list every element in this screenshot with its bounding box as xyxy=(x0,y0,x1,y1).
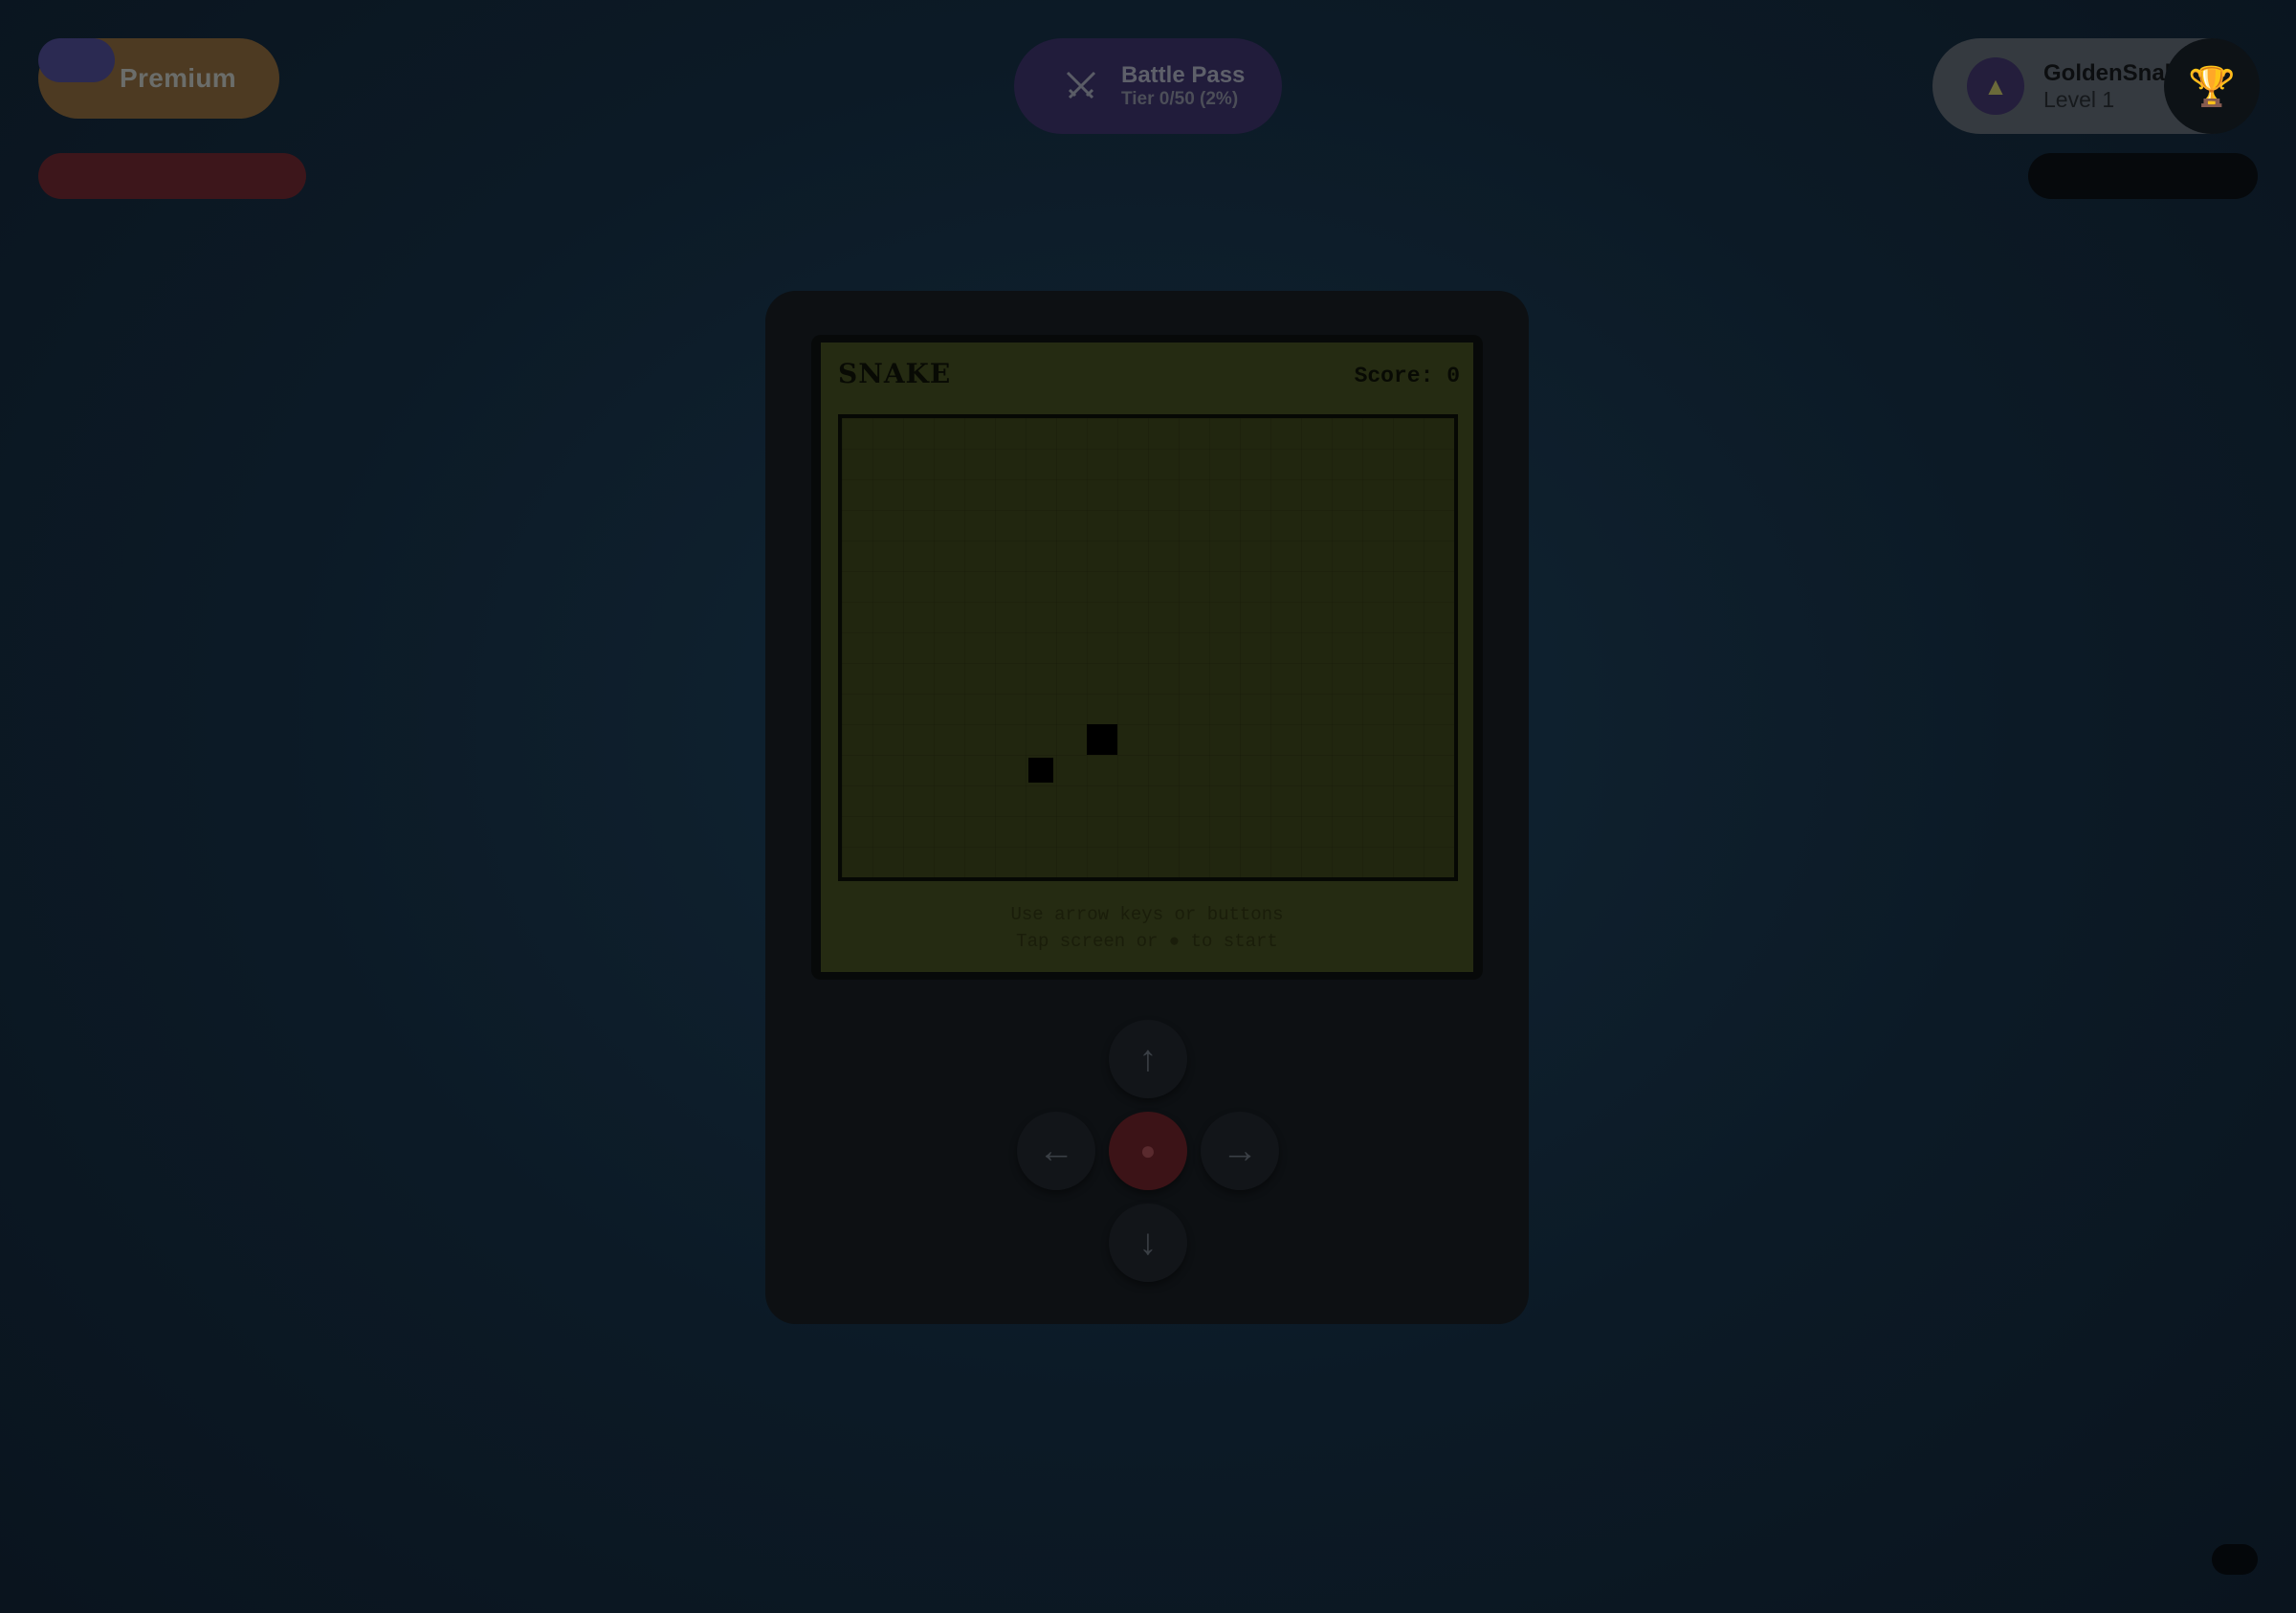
down-button[interactable]: ↓ xyxy=(1109,1204,1187,1282)
corner-button[interactable] xyxy=(2212,1544,2258,1575)
food-cell xyxy=(1087,724,1117,755)
game-board[interactable] xyxy=(838,414,1458,881)
instruction-line: Tap screen or ● to start xyxy=(1016,931,1278,952)
status-pill xyxy=(2028,153,2258,199)
user-level: Level 1 xyxy=(2043,87,2115,112)
arrow-up-icon: ↑ xyxy=(1138,1038,1158,1079)
instructions: Use arrow keys or buttons Tap screen or … xyxy=(821,901,1473,955)
snake-segment xyxy=(1028,758,1053,783)
up-button[interactable]: ↑ xyxy=(1109,1020,1187,1098)
crossed-swords-icon xyxy=(1066,71,1096,99)
premium-label: Premium xyxy=(120,63,236,93)
battle-pass-button[interactable]: Battle Pass Tier 0/50 (2%) xyxy=(1014,38,1282,134)
trophy-button[interactable]: 🏆 xyxy=(2164,38,2260,134)
health-bar xyxy=(38,153,306,199)
hat-icon: ▲ xyxy=(1983,71,2008,100)
game-title: SNAKE xyxy=(838,358,952,389)
arrow-down-icon: ↓ xyxy=(1138,1222,1158,1263)
right-button[interactable]: → xyxy=(1201,1112,1279,1190)
score-display: Score: 0 xyxy=(1354,364,1460,388)
dot-icon: ● xyxy=(1139,1136,1157,1165)
battle-pass-tier: Tier 0/50 (2%) xyxy=(1121,89,1239,109)
start-button[interactable]: ● xyxy=(1109,1112,1187,1190)
premium-badge xyxy=(38,38,115,82)
left-button[interactable]: ← xyxy=(1017,1112,1095,1190)
arrow-left-icon: ← xyxy=(1038,1130,1074,1171)
username: GoldenSnal xyxy=(2043,60,2172,86)
instruction-line: Use arrow keys or buttons xyxy=(1010,904,1284,925)
arrow-right-icon: → xyxy=(1222,1130,1258,1171)
trophy-icon: 🏆 xyxy=(2188,65,2236,108)
battle-pass-title: Battle Pass xyxy=(1121,62,1246,88)
avatar: ▲ xyxy=(1967,57,2024,115)
